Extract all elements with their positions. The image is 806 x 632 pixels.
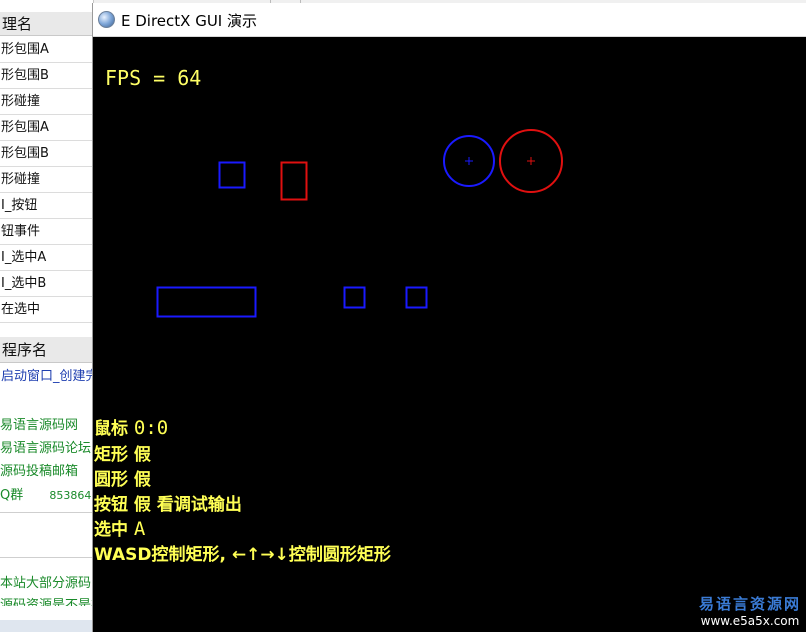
- table-row[interactable]: 形碰撞: [0, 167, 92, 193]
- mouse-label: 鼠标: [94, 419, 128, 439]
- link-source-site[interactable]: 易语言源码网: [0, 414, 92, 433]
- site-watermark: 易语言资源网 www.e5a5x.com: [699, 593, 801, 628]
- table-row[interactable]: I_选中B: [0, 271, 92, 297]
- mouse-status-line: 鼠标 0:0: [94, 414, 168, 439]
- qq-number: 853864: [49, 489, 92, 502]
- selected-label: 选中: [94, 520, 128, 540]
- table-row[interactable]: 启动窗口_创建完: [0, 364, 92, 390]
- select-box-b[interactable]: [405, 286, 428, 309]
- circle-status-line: 圆形 假: [94, 465, 151, 490]
- table-row[interactable]: 形包围A: [0, 115, 92, 141]
- table-row[interactable]: I_按钮: [0, 193, 92, 219]
- watermark-url: www.e5a5x.com: [700, 614, 800, 628]
- circle-label: 圆形: [94, 470, 128, 490]
- link-mailbox[interactable]: 源码投稿邮箱: [0, 460, 92, 479]
- divider: [0, 512, 92, 513]
- button-status-line: 按钮 假 看调试输出: [94, 490, 242, 515]
- app-globe-icon: [98, 11, 115, 28]
- table-row[interactable]: 在选中: [0, 297, 92, 323]
- fps-counter: FPS = 64: [105, 66, 202, 90]
- table-row[interactable]: 形碰撞: [0, 89, 92, 115]
- table-row[interactable]: 形包围B: [0, 141, 92, 167]
- notice-text: 源码资源是不是在: [0, 598, 92, 606]
- selected-value: A: [133, 518, 146, 540]
- table-row[interactable]: 钮事件: [0, 219, 92, 245]
- rect-value: 假: [133, 445, 151, 465]
- rect-label: 矩形: [94, 445, 128, 465]
- table-row[interactable]: 形包围B: [0, 63, 92, 89]
- controls-hint: WASD控制矩形, ←↑→↓控制圆形矩形: [94, 545, 391, 565]
- table-row[interactable]: I_选中A: [0, 245, 92, 271]
- rect-status-line: 矩形 假: [94, 440, 151, 465]
- table-header-name: 理名: [0, 12, 92, 36]
- render-canvas[interactable]: FPS = 64 鼠标 0:0 矩形 假 圆形 假 按钮 假 看调试输出 选中 …: [93, 37, 806, 632]
- status-strip: [0, 620, 92, 632]
- mouse-value: 0:0: [133, 417, 169, 439]
- table-header-program: 程序名: [0, 337, 92, 363]
- select-box-a[interactable]: [343, 286, 366, 309]
- selected-status-line: 选中 A: [94, 515, 145, 540]
- directx-demo-window[interactable]: E DirectX GUI 演示 FPS = 64 鼠标 0:0 矩形 假 圆形: [92, 3, 806, 632]
- background-table-panel: 理名 形包围A 形包围B 形碰撞 形包围A 形包围B 形碰撞 I_按钮 钮事件 …: [0, 0, 94, 632]
- qq-group-label: Q群 853864: [0, 484, 92, 503]
- divider: [0, 557, 92, 558]
- wide-blue-rect-button[interactable]: [156, 286, 257, 318]
- button-label: 按钮: [94, 495, 128, 515]
- table-row[interactable]: 形包围A: [0, 37, 92, 63]
- notice-text: 本站大部分源码: [0, 576, 92, 591]
- qq-label: Q群: [0, 488, 24, 503]
- link-forum[interactable]: 易语言源码论坛: [0, 437, 92, 456]
- window-titlebar[interactable]: E DirectX GUI 演示: [93, 3, 806, 37]
- red-rectangle-shape[interactable]: [280, 161, 308, 201]
- watermark-title: 易语言资源网: [698, 595, 801, 613]
- circle-value: 假: [133, 470, 151, 490]
- window-title: E DirectX GUI 演示: [121, 12, 257, 30]
- button-value: 假: [133, 495, 151, 515]
- blue-square-shape[interactable]: [218, 161, 246, 189]
- button-hint: 看调试输出: [156, 495, 242, 515]
